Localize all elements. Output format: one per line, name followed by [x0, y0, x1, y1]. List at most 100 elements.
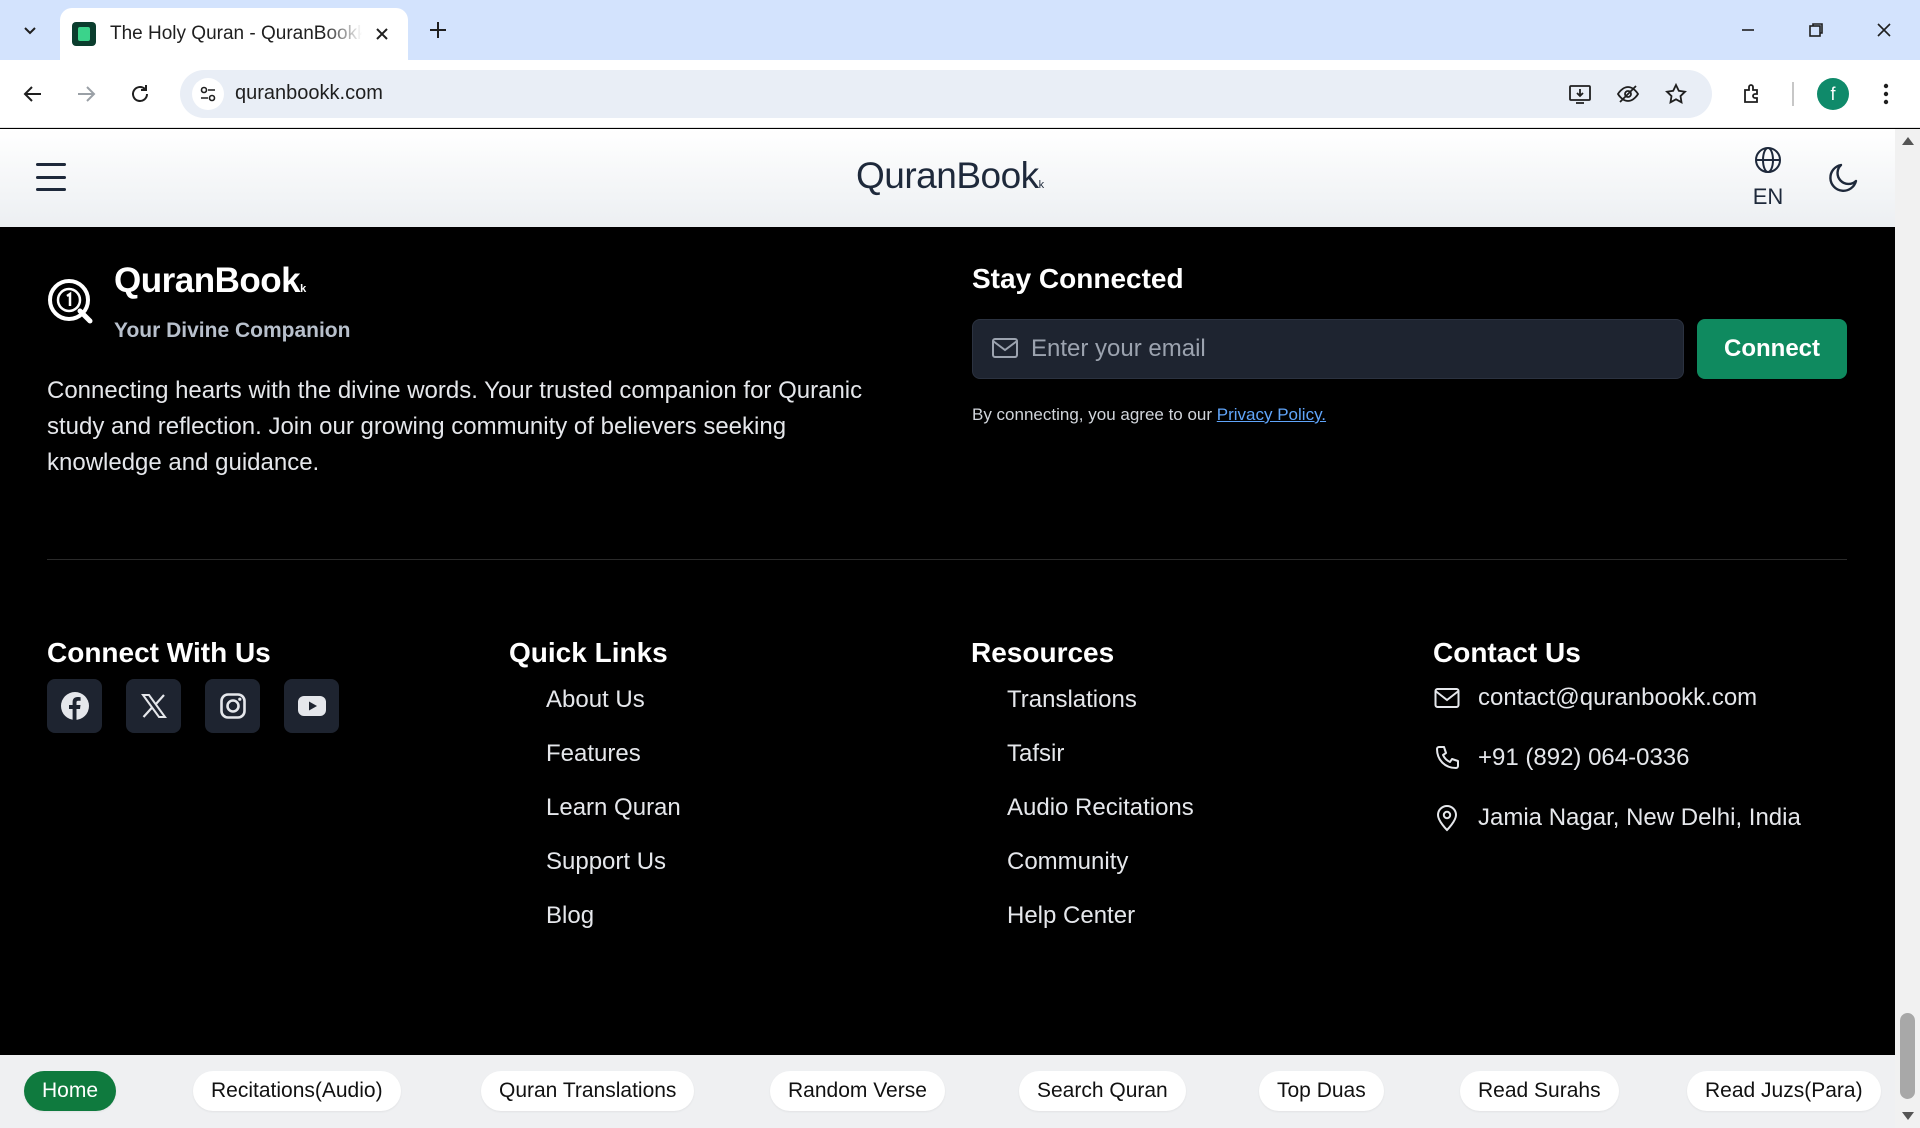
site-info-button[interactable] — [192, 78, 224, 110]
plus-icon — [430, 22, 446, 38]
nav-search-quran[interactable]: Search Quran — [1019, 1071, 1186, 1111]
quick-link-support-us[interactable]: Support Us — [546, 843, 681, 897]
contact-phone[interactable]: +91 (892) 064-0336 — [1433, 744, 1690, 772]
footer-tagline: Your Divine Companion — [114, 319, 351, 342]
contact-address-text: Jamia Nagar, New Delhi, India — [1478, 804, 1801, 831]
profile-avatar[interactable]: f — [1817, 78, 1849, 110]
privacy-policy-link[interactable]: Privacy Policy. — [1217, 405, 1326, 424]
bottom-quick-nav: Home Recitations(Audio) Quran Translatio… — [0, 1055, 1895, 1128]
site-favicon — [72, 22, 96, 46]
footer-brand: QuranBookk — [114, 261, 306, 300]
mail-icon — [992, 338, 1018, 358]
install-icon — [1569, 85, 1591, 104]
browser-tab[interactable]: The Holy Quran - QuranBookk.com — [60, 8, 408, 60]
puzzle-icon — [1744, 84, 1758, 103]
nav-random-verse[interactable]: Random Verse — [770, 1071, 945, 1111]
nav-home[interactable]: Home — [24, 1071, 117, 1111]
quick-link-features[interactable]: Features — [546, 735, 681, 789]
footer-divider — [47, 559, 1847, 560]
browser-toolbar: quranbookk.com f — [0, 60, 1920, 128]
close-icon — [376, 28, 388, 40]
x-link[interactable] — [126, 679, 181, 733]
tab-title: The Holy Quran - QuranBookk.com — [110, 23, 362, 44]
browser-menu-button[interactable] — [1866, 74, 1906, 114]
map-pin-icon — [1436, 805, 1458, 832]
language-switcher[interactable]: EN — [1748, 145, 1788, 210]
contact-email[interactable]: contact@quranbookk.com — [1433, 684, 1757, 712]
browser-tabstrip: The Holy Quran - QuranBookk.com — [0, 0, 1920, 60]
connect-with-us-title: Connect With Us — [47, 637, 271, 668]
tune-icon — [200, 86, 216, 102]
email-input[interactable] — [1031, 320, 1671, 378]
facebook-link[interactable] — [47, 679, 102, 733]
phone-icon — [1436, 746, 1459, 769]
instagram-icon — [219, 693, 246, 719]
resources-list: Translations Tafsir Audio Recitations Co… — [1007, 681, 1194, 951]
reload-icon — [132, 85, 148, 102]
menu-icon[interactable] — [36, 163, 66, 191]
eye-off-icon — [1616, 85, 1640, 103]
nav-top-duas[interactable]: Top Duas — [1259, 1071, 1384, 1111]
social-links — [47, 679, 339, 733]
footer-about-text: Connecting hearts with the divine words.… — [47, 377, 863, 476]
reload-button[interactable] — [120, 74, 160, 114]
resource-tafsir[interactable]: Tafsir — [1007, 735, 1194, 789]
resources-title: Resources — [971, 637, 1115, 668]
contact-us-title: Contact Us — [1433, 637, 1581, 668]
close-window-button[interactable] — [1860, 8, 1908, 52]
scroll-thumb[interactable] — [1900, 1013, 1915, 1099]
forward-button[interactable] — [66, 74, 106, 114]
scroll-up-arrow[interactable] — [1902, 137, 1914, 145]
contact-email-text: contact@quranbookk.com — [1478, 684, 1758, 711]
connect-button[interactable]: Connect — [1697, 319, 1847, 379]
tracking-protection-button[interactable] — [1614, 80, 1642, 108]
url-text: quranbookk.com — [235, 82, 383, 104]
extensions-button[interactable] — [1733, 74, 1773, 114]
resource-audio-recitations[interactable]: Audio Recitations — [1007, 789, 1194, 843]
quick-links-title: Quick Links — [509, 637, 668, 668]
toolbar-separator — [1792, 82, 1794, 106]
quick-links-list: About Us Features Learn Quran Support Us… — [546, 681, 681, 951]
nav-recitations-audio[interactable]: Recitations(Audio) — [193, 1071, 401, 1111]
address-bar[interactable]: quranbookk.com — [180, 70, 1712, 118]
quick-link-about-us[interactable]: About Us — [546, 681, 681, 735]
moon-icon[interactable] — [1826, 159, 1862, 195]
minimize-button[interactable] — [1724, 8, 1772, 52]
restore-icon — [1809, 23, 1823, 37]
globe-icon — [1755, 147, 1781, 173]
nav-read-surahs[interactable]: Read Surahs — [1460, 1071, 1619, 1111]
tab-close-button[interactable] — [370, 22, 394, 46]
quran-logo-icon — [48, 279, 93, 324]
new-tab-button[interactable] — [420, 12, 456, 48]
bookmark-button[interactable] — [1662, 80, 1690, 108]
contact-phone-text: +91 (892) 064-0336 — [1478, 744, 1690, 771]
install-app-button[interactable] — [1566, 80, 1594, 108]
site-header: QuranBookk EN — [0, 129, 1895, 227]
back-button[interactable] — [13, 74, 53, 114]
restore-button[interactable] — [1792, 8, 1840, 52]
resource-community[interactable]: Community — [1007, 843, 1194, 897]
resource-translations[interactable]: Translations — [1007, 681, 1194, 735]
chevron-down-icon — [24, 27, 36, 35]
quick-link-blog[interactable]: Blog — [546, 897, 681, 951]
x-icon — [140, 694, 167, 718]
privacy-agreement: By connecting, you agree to our Privacy … — [972, 405, 1327, 424]
more-vertical-icon — [1883, 83, 1889, 105]
page-viewport: QuranBookk EN QuranBookk Your Divine Com… — [0, 129, 1895, 1128]
instagram-link[interactable] — [205, 679, 260, 733]
quick-link-learn-quran[interactable]: Learn Quran — [546, 789, 681, 843]
arrow-right-icon — [78, 86, 96, 102]
nav-quran-translations[interactable]: Quran Translations — [481, 1071, 695, 1111]
scroll-down-arrow[interactable] — [1902, 1112, 1914, 1120]
resource-help-center[interactable]: Help Center — [1007, 897, 1194, 951]
page-scrollbar[interactable] — [1895, 129, 1920, 1128]
mail-icon — [1434, 688, 1460, 708]
close-icon — [1877, 23, 1891, 37]
site-brand[interactable]: QuranBookk — [856, 155, 1044, 197]
stay-connected-title: Stay Connected — [972, 263, 1184, 294]
nav-read-juzs[interactable]: Read Juzs(Para) — [1687, 1071, 1881, 1111]
youtube-link[interactable] — [284, 679, 339, 733]
tab-search-button[interactable] — [10, 12, 50, 48]
facebook-icon — [60, 692, 89, 720]
star-icon — [1665, 82, 1687, 104]
